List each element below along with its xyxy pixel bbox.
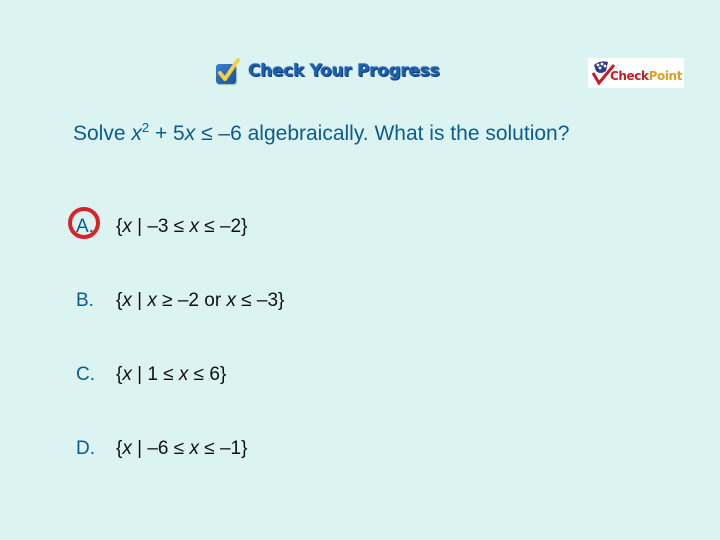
- option-answer-text: {x | 1 ≤ x ≤ 6}: [116, 364, 227, 385]
- question-text: Solve x2 + 5x ≤ –6 algebraically. What i…: [73, 120, 570, 145]
- option-answer-text: {x | –6 ≤ x ≤ –1}: [116, 438, 248, 459]
- option-letter: D.: [76, 438, 95, 459]
- checkpoint-logo-text: CheckPoint: [610, 69, 683, 83]
- option-letter: A.: [68, 207, 116, 239]
- answer-option-c[interactable]: C. {x | 1 ≤ x ≤ 6}: [76, 364, 226, 386]
- option-letter: B.: [76, 290, 94, 311]
- answer-option-d[interactable]: D. {x | –6 ≤ x ≤ –1}: [76, 438, 247, 460]
- answer-option-b[interactable]: B. {x | x ≥ –2 or x ≤ –3}: [76, 290, 284, 312]
- check-your-progress-banner: Check Your Progress: [214, 58, 440, 84]
- checkbox-checked-icon: [214, 58, 240, 84]
- option-letter: C.: [76, 364, 95, 385]
- checkpoint-logo: CheckPoint: [588, 58, 684, 88]
- option-answer-text: {x | x ≥ –2 or x ≤ –3}: [116, 290, 285, 311]
- option-answer-text: {x | –3 ≤ x ≤ –2}: [116, 216, 248, 237]
- answer-option-a[interactable]: A. {x | –3 ≤ x ≤ –2}: [68, 207, 248, 239]
- selected-circle-mark: [68, 207, 100, 239]
- banner-title: Check Your Progress: [248, 61, 440, 81]
